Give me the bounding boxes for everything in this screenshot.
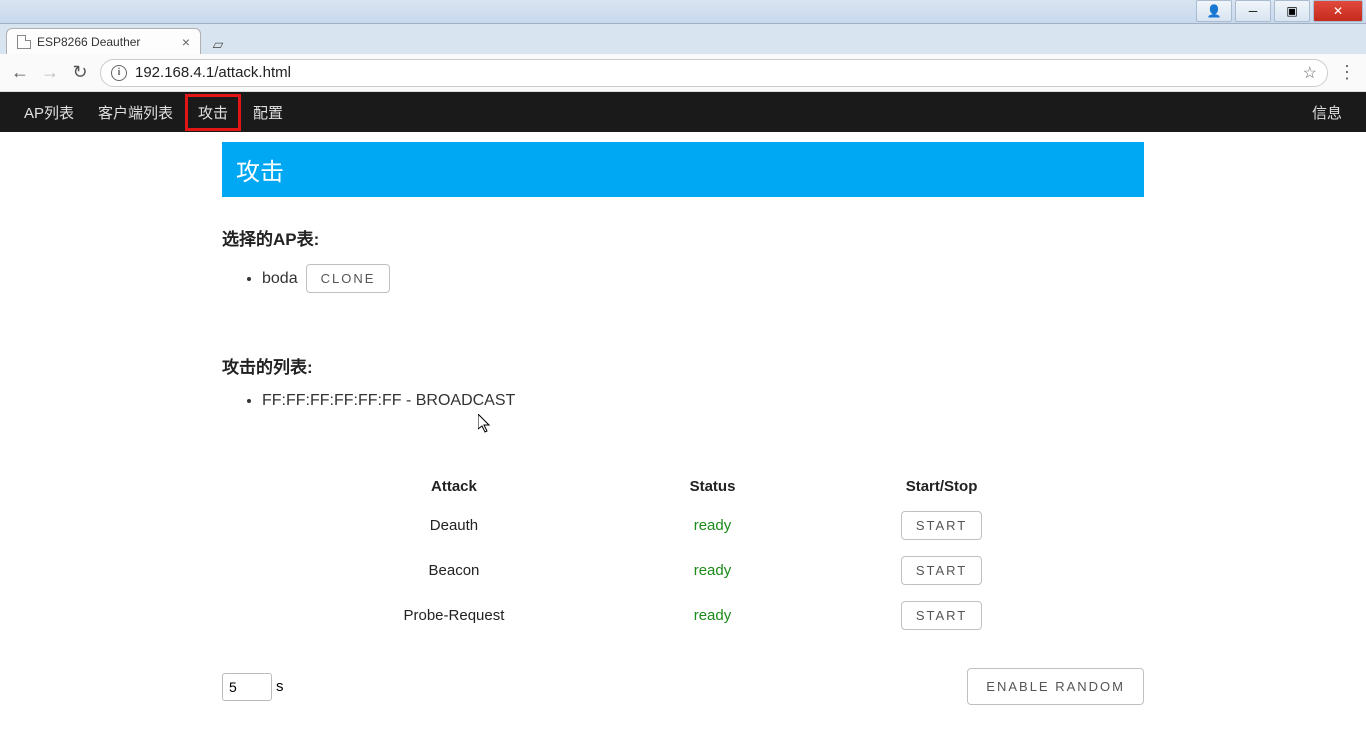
page-title: 攻击 (222, 142, 1144, 197)
nav-info[interactable]: 信息 (1300, 94, 1354, 131)
attacks-table: Attack Status Start/Stop Deauth ready ST… (283, 470, 1083, 638)
url-field[interactable]: i 192.168.4.1/attack.html ☆ (100, 59, 1328, 87)
nav-client-list[interactable]: 客户端列表 (86, 94, 185, 131)
tab-title: ESP8266 Deauther (37, 35, 140, 49)
url-text: 192.168.4.1/attack.html (135, 64, 291, 81)
address-bar: ← → ↻ i 192.168.4.1/attack.html ☆ ⋮ (0, 54, 1366, 92)
table-row: Beacon ready START (283, 548, 1083, 593)
browser-tab[interactable]: ESP8266 Deauther × (6, 28, 201, 54)
close-window-button[interactable]: ✕ (1313, 0, 1363, 22)
browser-menu-icon[interactable]: ⋮ (1338, 62, 1356, 83)
list-item: FF:FF:FF:FF:FF:FF - BROADCAST (262, 392, 1144, 410)
maximize-button[interactable]: ▣ (1274, 0, 1310, 22)
close-tab-icon[interactable]: × (182, 34, 190, 50)
col-status: Status (625, 470, 800, 503)
table-row: Deauth ready START (283, 503, 1083, 548)
nav-attack[interactable]: 攻击 (185, 94, 241, 131)
start-button[interactable]: START (901, 556, 982, 585)
forward-button[interactable]: → (40, 62, 60, 83)
window-titlebar: 👤 ─ ▣ ✕ (0, 0, 1366, 24)
attack-status: ready (625, 593, 800, 638)
reload-button[interactable]: ↻ (70, 62, 90, 83)
nav-ap-list[interactable]: AP列表 (12, 94, 86, 131)
interval-unit: s (276, 678, 284, 695)
nav-settings[interactable]: 配置 (241, 94, 295, 131)
attack-name: Deauth (283, 503, 625, 548)
start-button[interactable]: START (901, 511, 982, 540)
list-item: boda CLONE (262, 264, 1144, 293)
attack-list-heading: 攻击的列表: (222, 353, 1144, 378)
bookmark-icon[interactable]: ☆ (1303, 63, 1317, 83)
selected-ap-list: boda CLONE (222, 264, 1144, 293)
browser-tab-strip: ESP8266 Deauther × ▱ (0, 24, 1366, 54)
new-tab-button[interactable]: ▱ (207, 34, 229, 54)
start-button[interactable]: START (901, 601, 982, 630)
clone-button[interactable]: CLONE (306, 264, 391, 293)
page-icon (17, 35, 31, 49)
back-button[interactable]: ← (10, 62, 30, 83)
attack-name: Beacon (283, 548, 625, 593)
col-attack: Attack (283, 470, 625, 503)
minimize-button[interactable]: ─ (1235, 0, 1271, 22)
site-info-icon[interactable]: i (111, 65, 127, 81)
ap-name: boda (262, 270, 298, 288)
selected-aps-heading: 选择的AP表: (222, 225, 1144, 250)
interval-controls: s ENABLE RANDOM (222, 668, 1144, 705)
interval-input[interactable] (222, 673, 272, 701)
attack-name: Probe-Request (283, 593, 625, 638)
table-row: Probe-Request ready START (283, 593, 1083, 638)
user-button[interactable]: 👤 (1196, 0, 1232, 22)
attack-status: ready (625, 503, 800, 548)
client-list: FF:FF:FF:FF:FF:FF - BROADCAST (222, 392, 1144, 410)
enable-random-button[interactable]: ENABLE RANDOM (967, 668, 1144, 705)
attack-status: ready (625, 548, 800, 593)
content-scroll[interactable]: 攻击 选择的AP表: boda CLONE 攻击的列表: FF:FF:FF:FF… (0, 132, 1366, 736)
app-navbar: AP列表 客户端列表 攻击 配置 信息 (0, 92, 1366, 132)
col-startstop: Start/Stop (800, 470, 1083, 503)
